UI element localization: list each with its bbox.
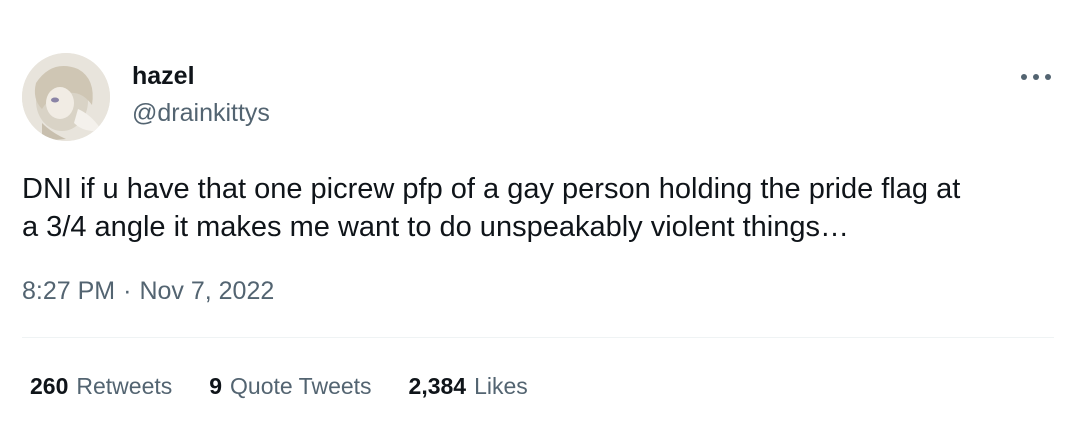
tweet-timestamp: 8:27 PM · Nov 7, 2022 bbox=[22, 275, 274, 307]
divider bbox=[22, 337, 1054, 338]
engagement-stats: 260 Retweets 9 Quote Tweets 2,384 Likes bbox=[30, 370, 565, 402]
retweets-count: 260 bbox=[30, 373, 69, 399]
retweets-stat[interactable]: 260 Retweets bbox=[30, 370, 172, 402]
retweets-label: Retweets bbox=[76, 373, 173, 399]
likes-count: 2,384 bbox=[408, 373, 467, 399]
tweet-text: DNI if u have that one picrew pfp of a g… bbox=[22, 173, 961, 243]
tweet-time[interactable]: 8:27 PM bbox=[22, 275, 115, 307]
author-handle[interactable]: @drainkittys bbox=[132, 97, 270, 129]
tweet-card: hazel @drainkittys DNI if u have that on… bbox=[0, 0, 1080, 432]
likes-stat[interactable]: 2,384 Likes bbox=[409, 370, 528, 402]
quote-tweets-stat[interactable]: 9 Quote Tweets bbox=[209, 370, 371, 402]
timestamp-separator: · bbox=[123, 277, 132, 305]
tweet-date[interactable]: Nov 7, 2022 bbox=[139, 275, 274, 307]
likes-label: Likes bbox=[474, 373, 528, 399]
avatar-illustration-icon bbox=[22, 53, 110, 141]
more-options-button[interactable] bbox=[1016, 62, 1056, 92]
quote-tweets-label: Quote Tweets bbox=[230, 373, 372, 399]
more-horizontal-icon bbox=[1021, 74, 1051, 80]
author-display-name[interactable]: hazel bbox=[132, 60, 195, 92]
quote-tweets-count: 9 bbox=[209, 373, 223, 399]
avatar[interactable] bbox=[22, 53, 110, 141]
